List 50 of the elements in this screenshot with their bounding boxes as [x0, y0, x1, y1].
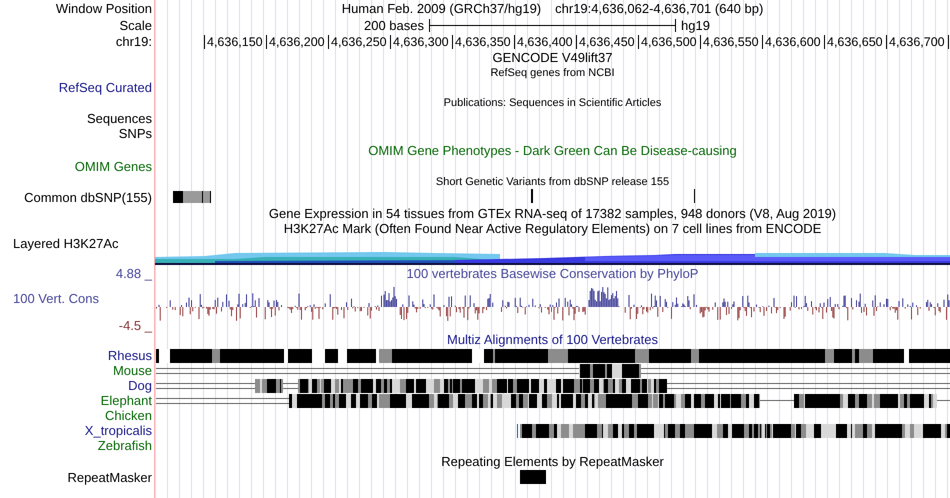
- track-label[interactable]: OMIM Genes: [74, 159, 152, 174]
- species-label[interactable]: Chicken: [105, 408, 152, 423]
- species-label[interactable]: Mouse: [112, 363, 152, 378]
- track-title: Short Genetic Variants from dbSNP release 155: [436, 176, 670, 188]
- ruler-label: 4,636,200: [266, 34, 328, 48]
- axis-max-label: 4.88 _: [116, 266, 152, 281]
- track-label[interactable]: 100 Vert. Cons: [13, 291, 99, 306]
- ruler-label: 4,636,650: [824, 34, 886, 48]
- species-label[interactable]: Rhesus: [108, 348, 152, 363]
- ruler-label: 4,636,550: [700, 34, 762, 48]
- track-label[interactable]: RefSeq Curated: [58, 80, 152, 95]
- ruler-label: 4,636,300: [390, 34, 452, 48]
- position-text: chr19:4,636,062-4,636,701 (640 bp): [555, 1, 764, 16]
- ruler-label: 4,636,450: [576, 34, 638, 48]
- axis-min-label: -4.5 _: [118, 318, 152, 333]
- row-label: Window Position: [56, 1, 152, 16]
- row-label: Scale: [119, 18, 152, 32]
- track-label[interactable]: Layered H3K27Ac: [13, 236, 119, 251]
- track-label[interactable]: Common dbSNP(155): [24, 190, 152, 205]
- ruler-label: 4,636,500: [638, 34, 700, 48]
- ruler-label: 4,636,150: [204, 34, 266, 48]
- ruler-label: 4,636,400: [514, 34, 576, 48]
- track-title: GENCODE V49lift37: [492, 50, 612, 65]
- track-label[interactable]: SNPs: [118, 126, 152, 141]
- track-title: Publications: Sequences in Scientific Articles: [444, 97, 662, 109]
- species-label[interactable]: X_tropicalis: [84, 423, 152, 438]
- track-title: 100 vertebrates Basewise Conservation by PhyloP: [406, 266, 698, 281]
- track-title: Multiz Alignments of 100 Vertebrates: [446, 332, 658, 346]
- track-title: Gene Expression in 54 tissues from GTEx RNA-seq of 17382 samples, 948 donors (V8, Aug 2019): [268, 206, 836, 221]
- track-label[interactable]: RepeatMasker: [67, 470, 152, 484]
- variant-tick[interactable]: [694, 189, 695, 203]
- track-title: OMIM Gene Phenotypes - Dark Green Can Be Disease-causing: [368, 142, 737, 158]
- scale-assembly: hg19: [681, 18, 710, 32]
- ruler-tick: [948, 34, 949, 48]
- row-label: chr19:: [116, 34, 152, 49]
- repeat-element[interactable]: [520, 470, 546, 484]
- track-title: Repeating Elements by RepeatMasker: [441, 454, 664, 468]
- species-label[interactable]: Dog: [128, 378, 152, 393]
- ruler-label: 4,636,250: [328, 34, 390, 48]
- scale-length: 200 bases: [364, 18, 424, 32]
- track-title: H3K27Ac Mark (Often Found Near Active Regulatory Elements) on 7 cell lines from ENCODE: [284, 220, 822, 236]
- ruler-label: 4,636,600: [762, 34, 824, 48]
- assembly-title: Human Feb. 2009 (GRCh37/hg19): [342, 1, 542, 16]
- variant-bar[interactable]: [173, 191, 211, 203]
- species-label[interactable]: Elephant: [100, 393, 152, 408]
- track-label[interactable]: Sequences: [86, 111, 152, 126]
- track-title: RefSeq genes from NCBI: [490, 66, 615, 78]
- ruler-label: 4,636,350: [452, 34, 514, 48]
- species-label[interactable]: Zebrafish: [98, 438, 152, 453]
- variant-tick[interactable]: [531, 189, 533, 203]
